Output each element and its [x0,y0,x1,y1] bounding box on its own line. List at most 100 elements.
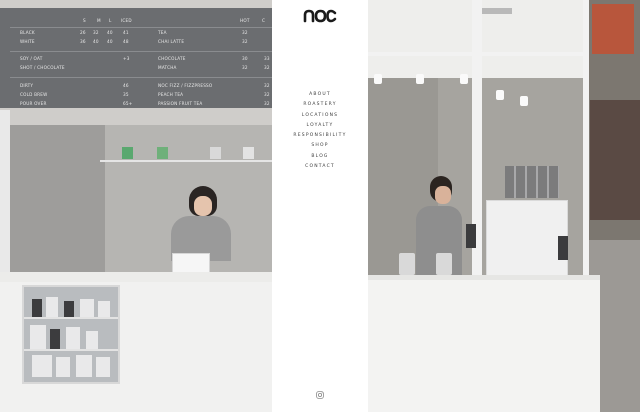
price-l: 40 [107,30,113,35]
price-hot: 32 [242,30,248,35]
price-l: 40 [107,39,113,44]
size-l-header: L [109,18,112,23]
item-name: SOY / OAT [20,56,43,61]
pour-over-brewer [436,253,452,275]
nav-item-locations[interactable]: LOCATIONS [272,111,368,121]
pour-over-brewer [399,253,415,275]
nav-item-responsibility[interactable]: RESPONSIBILITY [272,131,368,141]
product [56,357,70,377]
navigation-panel: ABOUT ROASTERY LOCATIONS LOYALTY RESPONSIBIL… [272,0,368,412]
menu-board: S M L ICED HOT C BLACK 26 32 40 41 TEA 32 WHITE… [0,8,272,108]
case-shelf [24,349,118,351]
hot-header: HOT [240,18,250,23]
item-name: COLD BREW [20,92,48,97]
wall-shelf [100,160,272,162]
price-hot: 32 [242,65,248,70]
spotlight [520,96,528,106]
logo[interactable] [272,8,368,28]
nav-item-shop[interactable]: SHOP [272,141,368,151]
case-shelf [24,317,118,319]
price-iced: 65+ [123,101,133,106]
instagram-icon[interactable] [316,391,324,399]
retail-display-case [22,285,120,384]
nav-item-blog[interactable]: BLOG [272,152,368,162]
item-name: BLACK [20,30,35,35]
street-sign [592,4,634,54]
price-s: 36 [80,39,86,44]
noc-logo-icon [303,9,337,23]
spotlight [374,74,382,84]
product [64,301,74,317]
item-name: TEA [158,30,167,35]
tea-tin [157,147,168,159]
product [86,331,98,349]
price-cold: 32 [264,92,270,97]
product [66,327,80,349]
spotlight [460,74,468,84]
main-nav: ABOUT ROASTERY LOCATIONS LOYALTY RESPONSIBIL… [272,90,368,172]
window-frame [368,52,588,56]
menu-board-header: S M L ICED HOT C [0,18,272,26]
register [172,253,210,273]
item-name: POUR OVER [20,101,47,106]
pillar [0,110,10,280]
product [32,355,52,377]
cafe-counter-photo-left: S M L ICED HOT C BLACK 26 32 40 41 TEA 32 WHITE… [0,0,272,412]
window-frame [583,0,589,285]
price-s: 26 [80,30,86,35]
price-cold: 32 [264,83,270,88]
tea-tin [210,147,221,159]
menu-row: COLD BREW 35 PEACH TEA 32 [0,92,272,100]
price-iced: 46 [123,83,129,88]
price-m: 40 [93,39,99,44]
product [96,357,110,377]
cold-header: C [262,18,266,23]
price-iced: +3 [123,56,130,61]
nav-item-roastery[interactable]: ROASTERY [272,100,368,110]
price-hot: 32 [242,39,248,44]
tea-tin [122,147,133,159]
item-name: DIRTY [20,83,34,88]
product [98,301,110,317]
item-name: SHOT / CHOCOLATE [20,65,65,70]
product [50,329,60,349]
espresso-machine [486,200,568,277]
stone-wall-shadow [10,125,105,280]
product [76,355,92,377]
nav-item-about[interactable]: ABOUT [272,90,368,100]
menu-divider [10,51,272,52]
price-iced: 48 [123,39,129,44]
item-name: PEACH TEA [158,92,184,97]
size-s-header: S [83,18,86,23]
menu-row: BLACK 26 32 40 41 TEA 32 [0,30,272,38]
price-iced: 41 [123,30,129,35]
barista-face [435,186,451,204]
menu-row: SOY / OAT +3 CHOCOLATE 30 33 [0,56,272,64]
size-m-header: M [97,18,101,23]
counter-top [0,272,272,282]
item-name: PASSION FRUIT TEA [158,101,203,106]
nav-item-contact[interactable]: CONTACT [272,162,368,172]
item-name: CHOCOLATE [158,56,186,61]
counter [368,280,600,412]
grinder [558,236,568,260]
menu-row: SHOT / CHOCOLATE MATCHA 32 32 [0,65,272,73]
price-cold: 32 [264,101,270,106]
cup-stack [505,166,559,198]
grinder [466,224,476,248]
menu-row: WHITE 36 40 40 48 CHAI LATTE 32 [0,39,272,47]
product [30,325,46,349]
menu-divider [10,77,272,78]
air-vent [480,8,512,14]
product [46,297,58,317]
product [32,299,42,317]
barista-face [194,196,212,216]
tea-tin [243,147,254,159]
item-name: WHITE [20,39,35,44]
price-cold: 33 [264,56,270,61]
price-hot: 30 [242,56,248,61]
kiosk-photo-right [368,0,640,412]
menu-row: DIRTY 46 NOC FIZZ / FIZZPRESSO 32 [0,83,272,91]
nav-item-loyalty[interactable]: LOYALTY [272,121,368,131]
price-m: 32 [93,30,99,35]
